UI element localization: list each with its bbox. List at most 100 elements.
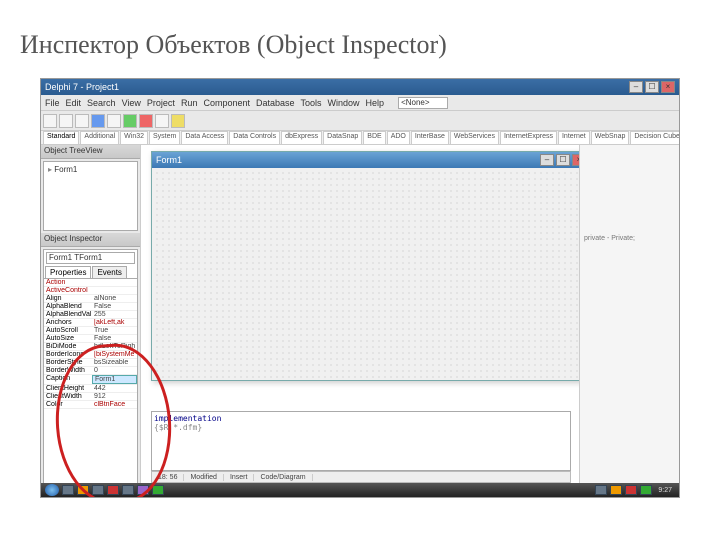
taskbar-icon[interactable] [122, 485, 134, 495]
tab-events[interactable]: Events [92, 266, 126, 278]
menu-search[interactable]: Search [87, 98, 116, 108]
object-tree-title: Object TreeView [41, 145, 140, 159]
form-design-surface[interactable] [152, 168, 590, 380]
status-tab[interactable]: Code/Diagram [254, 474, 312, 481]
property-row[interactable]: AutoSizeFalse [44, 335, 137, 343]
property-row[interactable]: ClientWidth912 [44, 393, 137, 401]
tab-win32[interactable]: Win32 [120, 131, 148, 144]
property-row[interactable]: AlignalNone [44, 295, 137, 303]
menu-database[interactable]: Database [256, 98, 295, 108]
project-selector[interactable]: <None> [398, 97, 448, 109]
tab-properties[interactable]: Properties [45, 266, 91, 278]
property-row[interactable]: CaptionForm1 [44, 375, 137, 385]
tab-datasnap[interactable]: DataSnap [323, 131, 362, 144]
property-value[interactable]: bdLeftToRigh [92, 343, 137, 350]
step-icon[interactable] [155, 114, 169, 128]
taskbar-icon[interactable] [92, 485, 104, 495]
form-minimize-icon[interactable]: – [540, 154, 554, 166]
saveall-icon[interactable] [91, 114, 105, 128]
close-icon[interactable]: × [661, 81, 675, 93]
property-row[interactable]: BorderStylebsSizeable [44, 359, 137, 367]
new-icon[interactable] [43, 114, 57, 128]
form-designer-window[interactable]: Form1 – ☐ × [151, 151, 591, 381]
taskbar-icon[interactable] [107, 485, 119, 495]
status-mode: Insert [224, 474, 255, 481]
property-name: ClientHeight [44, 385, 92, 392]
tab-inetexpress[interactable]: InternetExpress [500, 131, 557, 144]
property-row[interactable]: Anchors[akLeft,ak [44, 319, 137, 327]
open-icon[interactable] [59, 114, 73, 128]
tab-dbexpress[interactable]: dbExpress [281, 131, 322, 144]
taskbar-icon[interactable] [62, 485, 74, 495]
tab-decisioncube[interactable]: Decision Cube [630, 131, 679, 144]
tab-interbase[interactable]: InterBase [411, 131, 449, 144]
menu-project[interactable]: Project [147, 98, 175, 108]
property-row[interactable]: ColorclBtnFace [44, 401, 137, 409]
maximize-icon[interactable]: ☐ [645, 81, 659, 93]
menu-component[interactable]: Component [203, 98, 250, 108]
property-value[interactable]: 442 [92, 385, 137, 392]
tab-system[interactable]: System [149, 131, 180, 144]
minimize-icon[interactable]: – [629, 81, 643, 93]
tab-bde[interactable]: BDE [363, 131, 385, 144]
object-tree[interactable]: Form1 [43, 161, 138, 231]
start-button-icon[interactable] [45, 484, 59, 496]
tab-internet[interactable]: Internet [558, 131, 590, 144]
form-titlebar[interactable]: Form1 – ☐ × [152, 152, 590, 168]
property-value[interactable] [92, 287, 137, 294]
property-value[interactable]: True [92, 327, 137, 334]
property-value[interactable]: False [92, 303, 137, 310]
tab-websnap[interactable]: WebSnap [591, 131, 630, 144]
property-row[interactable]: ActiveControl [44, 287, 137, 295]
property-value[interactable]: 255 [92, 311, 137, 318]
tab-datacontrols[interactable]: Data Controls [229, 131, 280, 144]
property-row[interactable]: BorderWidth0 [44, 367, 137, 375]
pause-icon[interactable] [139, 114, 153, 128]
save-icon[interactable] [75, 114, 89, 128]
menu-help[interactable]: Help [366, 98, 385, 108]
property-value[interactable]: [akLeft,ak [92, 319, 137, 326]
tray-icon[interactable] [595, 485, 607, 495]
form-maximize-icon[interactable]: ☐ [556, 154, 570, 166]
taskbar-icon[interactable] [137, 485, 149, 495]
property-value[interactable]: 912 [92, 393, 137, 400]
property-value[interactable]: Form1 [92, 375, 137, 384]
property-value[interactable] [92, 279, 137, 286]
code-editor[interactable]: implementation {$R *.dfm} [151, 411, 571, 471]
menu-run[interactable]: Run [181, 98, 198, 108]
property-name: BorderStyle [44, 359, 92, 366]
tree-item-form1[interactable]: Form1 [46, 164, 135, 175]
tray-icon[interactable] [610, 485, 622, 495]
inspector-component-combo[interactable]: Form1 TForm1 [46, 252, 135, 264]
property-value[interactable]: bsSizeable [92, 359, 137, 366]
menu-tools[interactable]: Tools [301, 98, 322, 108]
property-value[interactable]: [biSystemMe [92, 351, 137, 358]
menu-file[interactable]: File [45, 98, 60, 108]
taskbar-icon[interactable] [77, 485, 89, 495]
menu-edit[interactable]: Edit [66, 98, 82, 108]
tab-additional[interactable]: Additional [80, 131, 119, 144]
tab-webservices[interactable]: WebServices [450, 131, 499, 144]
taskbar-icon[interactable] [152, 485, 164, 495]
inspector-property-grid[interactable]: ActionActiveControlAlignalNoneAlphaBlend… [44, 279, 137, 494]
tab-dataaccess[interactable]: Data Access [181, 131, 228, 144]
tab-standard[interactable]: Standard [43, 131, 79, 144]
property-row[interactable]: AutoScrollTrue [44, 327, 137, 335]
property-value[interactable]: alNone [92, 295, 137, 302]
tray-icon[interactable] [640, 485, 652, 495]
run-icon[interactable] [123, 114, 137, 128]
property-row[interactable]: BorderIcons[biSystemMe [44, 351, 137, 359]
property-value[interactable]: 0 [92, 367, 137, 374]
property-row[interactable]: AlphaBlendFalse [44, 303, 137, 311]
toggle-icon[interactable] [171, 114, 185, 128]
menu-view[interactable]: View [122, 98, 141, 108]
property-row[interactable]: ClientHeight442 [44, 385, 137, 393]
property-row[interactable]: Action [44, 279, 137, 287]
tab-ado[interactable]: ADO [387, 131, 410, 144]
menu-window[interactable]: Window [328, 98, 360, 108]
property-row[interactable]: AlphaBlendVal255 [44, 311, 137, 319]
tray-icon[interactable] [625, 485, 637, 495]
property-row[interactable]: BiDiModebdLeftToRigh [44, 343, 137, 351]
property-value[interactable]: clBtnFace [92, 401, 137, 408]
property-value[interactable]: False [92, 335, 137, 342]
